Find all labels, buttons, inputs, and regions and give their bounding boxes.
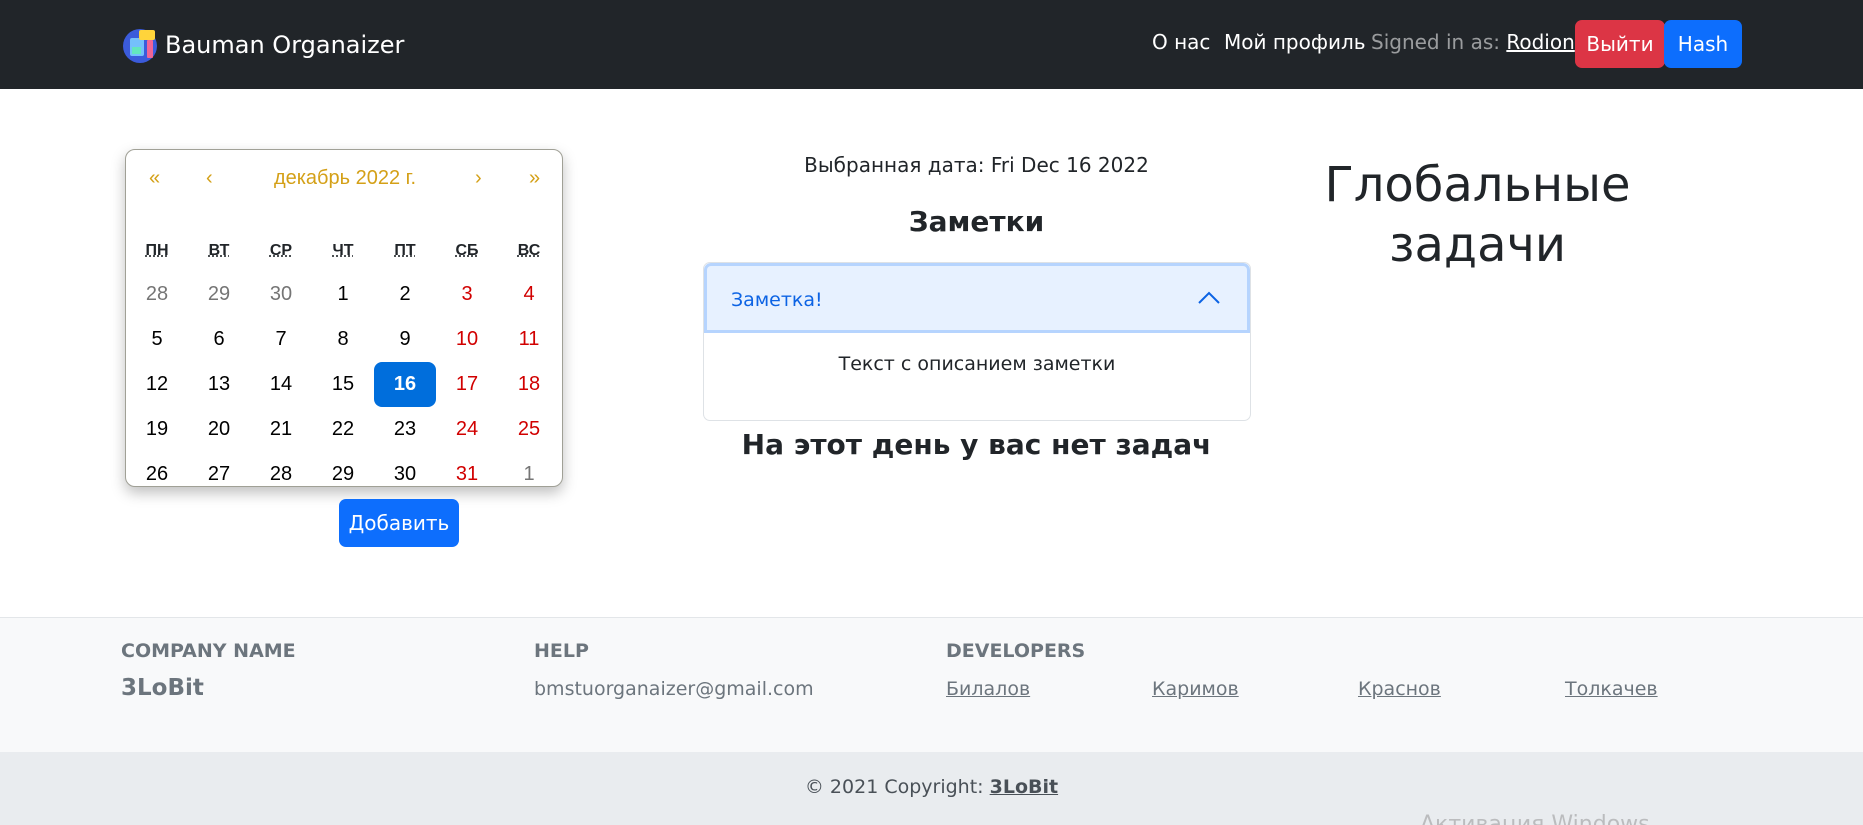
calendar-day[interactable]: 28 bbox=[250, 452, 312, 497]
calendar-day[interactable]: 21 bbox=[250, 407, 312, 452]
windows-activation-watermark: Активация Windows bbox=[1420, 812, 1650, 825]
note-body: Текст с описанием заметки bbox=[838, 353, 1116, 375]
calendar-day[interactable]: 27 bbox=[188, 452, 250, 497]
calendar-day[interactable]: 29 bbox=[188, 272, 250, 317]
note-accordion: Заметка! Текст с описанием заметки bbox=[703, 262, 1251, 421]
calendar: « ‹ декабрь 2022 г. › » ПН ВТ СР ЧТ ПТ СБ ВС 28… bbox=[125, 149, 563, 487]
developer-link[interactable]: Краснов bbox=[1358, 678, 1441, 700]
brand[interactable]: Bauman Organaizer bbox=[121, 23, 404, 67]
help-email: bmstuorganaizer@gmail.com bbox=[534, 678, 814, 700]
calendar-day[interactable]: 7 bbox=[250, 317, 312, 362]
nav-profile-link[interactable]: Мой профиль bbox=[1224, 30, 1366, 54]
weekday-header: ПН bbox=[145, 242, 169, 259]
calendar-day[interactable]: 5 bbox=[126, 317, 188, 362]
user-link[interactable]: Rodion bbox=[1506, 30, 1574, 54]
global-tasks-title: Глобальные задачи bbox=[1324, 157, 1631, 273]
calendar-day[interactable]: 30 bbox=[374, 452, 436, 497]
selected-date: Выбранная дата: Fri Dec 16 2022 bbox=[804, 153, 1149, 177]
calendar-day[interactable]: 14 bbox=[250, 362, 312, 407]
copyright-link[interactable]: 3LoBit bbox=[990, 776, 1058, 798]
add-button[interactable]: Добавить bbox=[339, 499, 459, 547]
calendar-day[interactable]: 3 bbox=[436, 272, 498, 317]
calendar-day[interactable]: 30 bbox=[250, 272, 312, 317]
calendar-day[interactable]: 13 bbox=[188, 362, 250, 407]
calendar-day[interactable]: 11 bbox=[498, 317, 560, 362]
calendar-day[interactable]: 8 bbox=[312, 317, 374, 362]
logo-icon bbox=[121, 25, 159, 65]
calendar-day[interactable]: 20 bbox=[188, 407, 250, 452]
company-name: 3LoBit bbox=[121, 675, 204, 701]
calendar-day[interactable]: 4 bbox=[498, 272, 560, 317]
calendar-day[interactable]: 9 bbox=[374, 317, 436, 362]
developers-heading: DEVELOPERS bbox=[946, 640, 1086, 662]
calendar-day[interactable]: 1 bbox=[498, 452, 560, 497]
developer-link[interactable]: Билалов bbox=[946, 678, 1030, 700]
chevron-up-icon bbox=[1197, 288, 1221, 308]
calendar-day[interactable]: 1 bbox=[312, 272, 374, 317]
note-accordion-header[interactable]: Заметка! bbox=[704, 263, 1250, 333]
hash-button[interactable]: Hash bbox=[1664, 20, 1742, 68]
weekday-header: ВТ bbox=[208, 242, 230, 259]
calendar-day[interactable]: 22 bbox=[312, 407, 374, 452]
calendar-day[interactable]: 23 bbox=[374, 407, 436, 452]
calendar-day[interactable]: 17 bbox=[436, 362, 498, 407]
nav-about-link[interactable]: О нас bbox=[1152, 30, 1210, 54]
calendar-day[interactable]: 28 bbox=[126, 272, 188, 317]
copyright: © 2021 Copyright: 3LoBit bbox=[0, 776, 1863, 798]
calendar-day[interactable]: 31 bbox=[436, 452, 498, 497]
brand-name: Bauman Organaizer bbox=[165, 31, 405, 59]
copyright-text: © 2021 Copyright: bbox=[804, 776, 984, 798]
signed-in-label: Signed in as: Rodion bbox=[1371, 30, 1575, 54]
weekday-header: СБ bbox=[455, 242, 479, 259]
weekday-header: ПТ bbox=[394, 242, 416, 259]
calendar-day[interactable]: 29 bbox=[312, 452, 374, 497]
calendar-day[interactable]: 18 bbox=[498, 362, 560, 407]
calendar-day[interactable]: 19 bbox=[126, 407, 188, 452]
weekday-header: СР bbox=[269, 242, 293, 259]
calendar-day[interactable]: 26 bbox=[126, 452, 188, 497]
next-month-button[interactable]: › bbox=[475, 167, 482, 190]
calendar-day[interactable]: 24 bbox=[436, 407, 498, 452]
company-heading: COMPANY NAME bbox=[121, 640, 296, 662]
help-heading: HELP bbox=[534, 640, 589, 662]
navbar: Bauman Organaizer О нас Мой профиль Sign… bbox=[0, 0, 1863, 89]
calendar-day[interactable]: 12 bbox=[126, 362, 188, 407]
no-tasks-message: На этот день у вас нет задач bbox=[741, 428, 1212, 461]
calendar-day-selected[interactable]: 16 bbox=[374, 362, 436, 407]
note-title: Заметка! bbox=[731, 289, 823, 311]
calendar-month-title[interactable]: декабрь 2022 г. bbox=[126, 167, 564, 190]
calendar-day[interactable]: 6 bbox=[188, 317, 250, 362]
next-year-button[interactable]: » bbox=[529, 167, 540, 190]
developer-link[interactable]: Толкачев bbox=[1565, 678, 1658, 700]
logout-button[interactable]: Выйти bbox=[1575, 20, 1665, 68]
notes-title: Заметки bbox=[908, 205, 1045, 238]
calendar-day[interactable]: 10 bbox=[436, 317, 498, 362]
calendar-day[interactable]: 25 bbox=[498, 407, 560, 452]
developer-link[interactable]: Каримов bbox=[1152, 678, 1239, 700]
calendar-day[interactable]: 2 bbox=[374, 272, 436, 317]
calendar-day[interactable]: 15 bbox=[312, 362, 374, 407]
weekday-header: ЧТ bbox=[332, 242, 354, 259]
footer: COMPANY NAME 3LoBit HELP bmstuorganaizer… bbox=[0, 617, 1863, 752]
calendar-grid: ПН ВТ СР ЧТ ПТ СБ ВС 28 29 30 1 2 3 4 5 6 7 8 9 10 11 12 13 14 1… bbox=[126, 236, 564, 497]
weekday-header: ВС bbox=[517, 242, 541, 259]
signed-in-text: Signed in as: bbox=[1371, 30, 1500, 54]
